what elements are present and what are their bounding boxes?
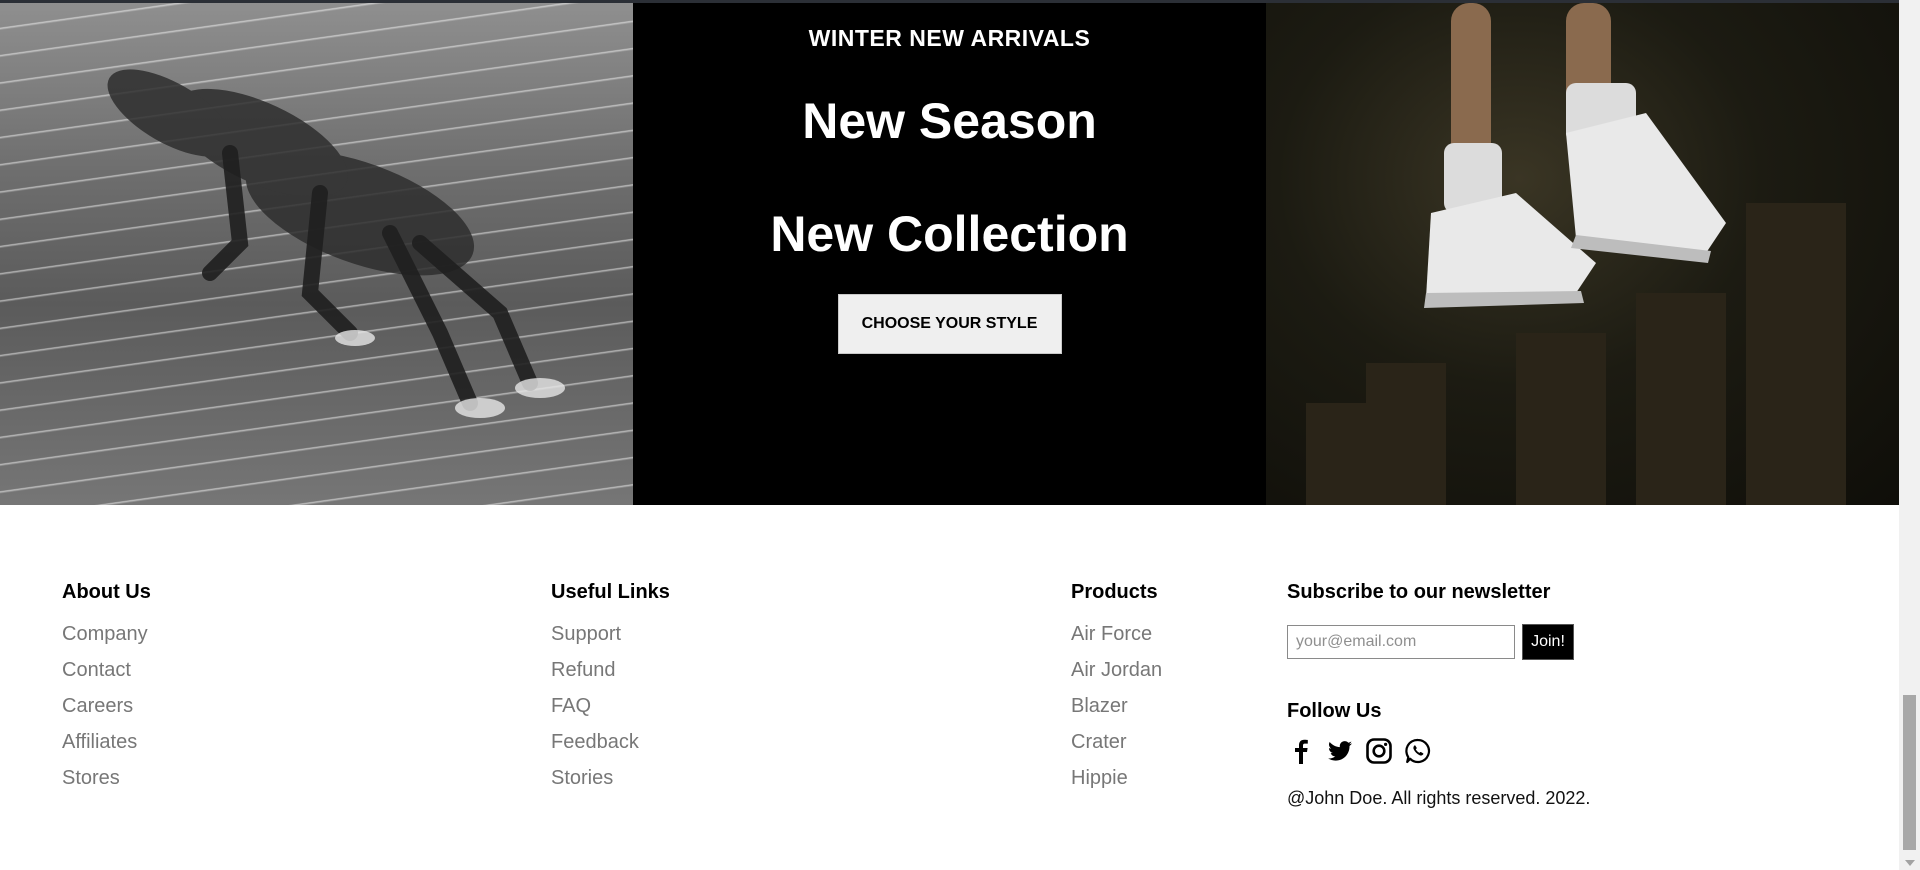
footer-link-hippie-text[interactable]: Hippie xyxy=(1071,767,1128,789)
footer-link-contact[interactable]: Contact xyxy=(62,660,151,696)
join-button[interactable]: Join! xyxy=(1522,624,1574,660)
footer-products-title: Products xyxy=(1071,581,1158,603)
footer-link-refund-text[interactable]: Refund xyxy=(551,659,616,681)
site-footer: About Us Company Contact Careers Affilia… xyxy=(0,505,1899,870)
footer-link-air-jordan[interactable]: Air Jordan xyxy=(1071,660,1162,696)
footer-link-refund[interactable]: Refund xyxy=(551,660,670,696)
footer-link-support-text[interactable]: Support xyxy=(551,623,621,645)
footer-link-blazer[interactable]: Blazer xyxy=(1071,696,1162,732)
footer-link-air-force-text[interactable]: Air Force xyxy=(1071,623,1152,645)
copyright-text: @John Doe. All rights reserved. 2022. xyxy=(1287,788,1591,808)
footer-link-stores-text[interactable]: Stores xyxy=(62,767,120,789)
footer-column-useful-links: Useful Links Support Refund FAQ Feedback… xyxy=(551,581,670,804)
page: WINTER NEW ARRIVALS New Season New Colle… xyxy=(0,0,1920,870)
footer-link-careers[interactable]: Careers xyxy=(62,696,151,732)
newsletter-form: Join! xyxy=(1287,624,1590,660)
sneakers-image xyxy=(1266,3,1899,505)
footer-link-stories-text[interactable]: Stories xyxy=(551,767,613,789)
instagram-icon[interactable] xyxy=(1365,737,1392,764)
footer-link-faq-text[interactable]: FAQ xyxy=(551,695,591,717)
footer-about-list: Company Contact Careers Affiliates Store… xyxy=(62,624,151,804)
promo-headline-line2: New Collection xyxy=(770,206,1129,262)
footer-link-affiliates-text[interactable]: Affiliates xyxy=(62,731,137,753)
vertical-scrollbar[interactable] xyxy=(1899,0,1920,870)
footer-link-feedback[interactable]: Feedback xyxy=(551,732,670,768)
footer-links-title: Useful Links xyxy=(551,581,670,603)
newsletter-title: Subscribe to our newsletter xyxy=(1287,581,1551,603)
footer-link-support[interactable]: Support xyxy=(551,624,670,660)
footer-link-stories[interactable]: Stories xyxy=(551,768,670,804)
promo-eyebrow: WINTER NEW ARRIVALS xyxy=(808,25,1091,51)
scrollbar-thumb[interactable] xyxy=(1903,695,1916,850)
footer-about-title: About Us xyxy=(62,581,151,603)
newsletter-email-input[interactable] xyxy=(1287,625,1515,659)
footer-link-contact-text[interactable]: Contact xyxy=(62,659,131,681)
runners-image xyxy=(0,3,633,505)
footer-link-stores[interactable]: Stores xyxy=(62,768,151,804)
facebook-icon[interactable] xyxy=(1287,737,1314,764)
footer-link-crater[interactable]: Crater xyxy=(1071,732,1162,768)
choose-style-button[interactable]: CHOOSE YOUR STYLE xyxy=(837,294,1062,354)
whatsapp-icon[interactable] xyxy=(1404,737,1431,764)
runners-illustration xyxy=(107,69,565,418)
footer-link-air-force[interactable]: Air Force xyxy=(1071,624,1162,660)
footer-link-hippie[interactable]: Hippie xyxy=(1071,768,1162,804)
footer-link-air-jordan-text[interactable]: Air Jordan xyxy=(1071,659,1162,681)
follow-us-title: Follow Us xyxy=(1287,700,1382,722)
footer-column-products: Products Air Force Air Jordan Blazer Cra… xyxy=(1071,581,1162,804)
sneakers-illustration xyxy=(1306,3,1846,505)
footer-column-about: About Us Company Contact Careers Affilia… xyxy=(62,581,151,804)
footer-link-company-text[interactable]: Company xyxy=(62,623,148,645)
footer-link-company[interactable]: Company xyxy=(62,624,151,660)
footer-link-careers-text[interactable]: Careers xyxy=(62,695,133,717)
twitter-icon[interactable] xyxy=(1326,737,1353,764)
scroll-down-arrow-icon[interactable] xyxy=(1905,860,1915,866)
footer-link-feedback-text[interactable]: Feedback xyxy=(551,731,639,753)
footer-products-list: Air Force Air Jordan Blazer Crater Hippi… xyxy=(1071,624,1162,804)
hero-section: WINTER NEW ARRIVALS New Season New Colle… xyxy=(0,3,1899,505)
footer-column-newsletter: Subscribe to our newsletter Join! Follow… xyxy=(1287,581,1590,809)
promo-panel: WINTER NEW ARRIVALS New Season New Colle… xyxy=(633,3,1266,505)
promo-headline-line1: New Season xyxy=(802,93,1097,149)
footer-link-crater-text[interactable]: Crater xyxy=(1071,731,1127,753)
footer-links-list: Support Refund FAQ Feedback Stories xyxy=(551,624,670,804)
footer-link-faq[interactable]: FAQ xyxy=(551,696,670,732)
social-links xyxy=(1287,737,1590,764)
footer-link-blazer-text[interactable]: Blazer xyxy=(1071,695,1128,717)
footer-link-affiliates[interactable]: Affiliates xyxy=(62,732,151,768)
